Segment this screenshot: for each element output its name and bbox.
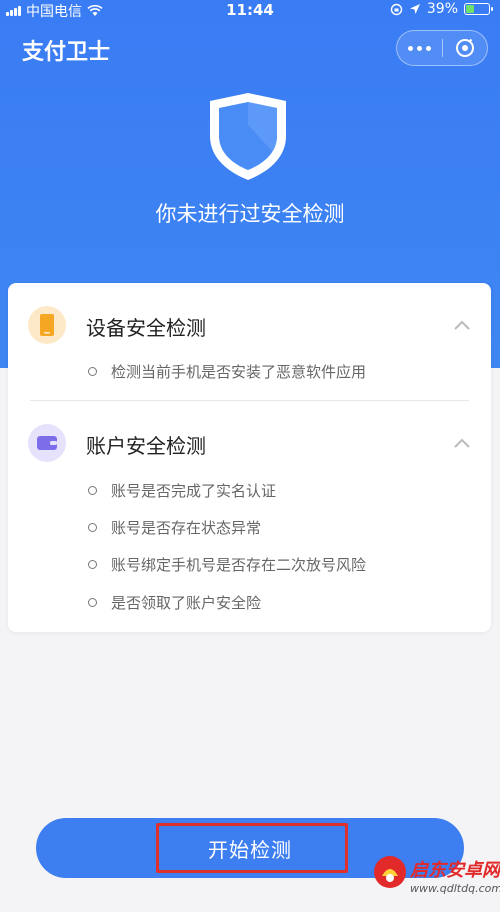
- battery-icon: [464, 3, 493, 15]
- bullet-icon: [88, 367, 97, 376]
- location-icon: [409, 4, 420, 14]
- list-item: 账号是否存在状态异常: [88, 517, 261, 538]
- phone-icon: [28, 306, 66, 344]
- watermark-logo: [374, 856, 406, 888]
- wallet-icon: [28, 424, 66, 462]
- account-check-title: 账户安全检测: [86, 434, 206, 458]
- chevron-up-icon[interactable]: [453, 319, 471, 331]
- bullet-icon: [88, 560, 97, 569]
- shield-icon: [210, 93, 286, 180]
- status-bar: 中国电信 11:44 39%: [0, 0, 500, 20]
- device-check-header[interactable]: 设备安全检测: [8, 295, 491, 355]
- list-item: 是否领取了账户安全险: [88, 592, 261, 613]
- check-items-card: 设备安全检测 检测当前手机是否安装了恶意软件应用 账户安全检测 账号是否完成了实…: [8, 283, 491, 632]
- list-item: 检测当前手机是否安装了恶意软件应用: [88, 361, 366, 382]
- check-item-text: 账号是否完成了实名认证: [111, 482, 277, 500]
- security-status-text: 你未进行过安全检测: [155, 202, 345, 226]
- more-icon[interactable]: [397, 31, 442, 65]
- rotation-lock-icon: [390, 3, 403, 15]
- divider: [30, 400, 469, 401]
- list-item: 账号绑定手机号是否存在二次放号风险: [88, 554, 366, 575]
- start-check-label: 开始检测: [208, 837, 292, 862]
- check-item-text: 检测当前手机是否安装了恶意软件应用: [111, 363, 367, 381]
- check-item-text: 账号绑定手机号是否存在二次放号风险: [111, 556, 367, 574]
- watermark-url: www.qdltdq.com: [410, 882, 500, 895]
- bullet-icon: [88, 598, 97, 607]
- bullet-icon: [88, 523, 97, 532]
- account-check-header[interactable]: 账户安全检测: [8, 413, 491, 473]
- check-item-text: 账号是否存在状态异常: [111, 519, 262, 537]
- watermark-title: 启东安卓网: [410, 860, 500, 881]
- check-item-text: 是否领取了账户安全险: [111, 594, 262, 612]
- bullet-icon: [88, 486, 97, 495]
- close-icon[interactable]: [443, 31, 487, 65]
- list-item: 账号是否完成了实名认证: [88, 480, 276, 501]
- device-check-title: 设备安全检测: [86, 316, 206, 340]
- battery-percent: 39%: [426, 1, 458, 17]
- chevron-up-icon[interactable]: [453, 437, 471, 449]
- page-title: 支付卫士: [22, 40, 111, 65]
- watermark: 启东安卓网 www.qdltdq.com: [372, 848, 500, 912]
- mini-program-capsule: [396, 30, 488, 66]
